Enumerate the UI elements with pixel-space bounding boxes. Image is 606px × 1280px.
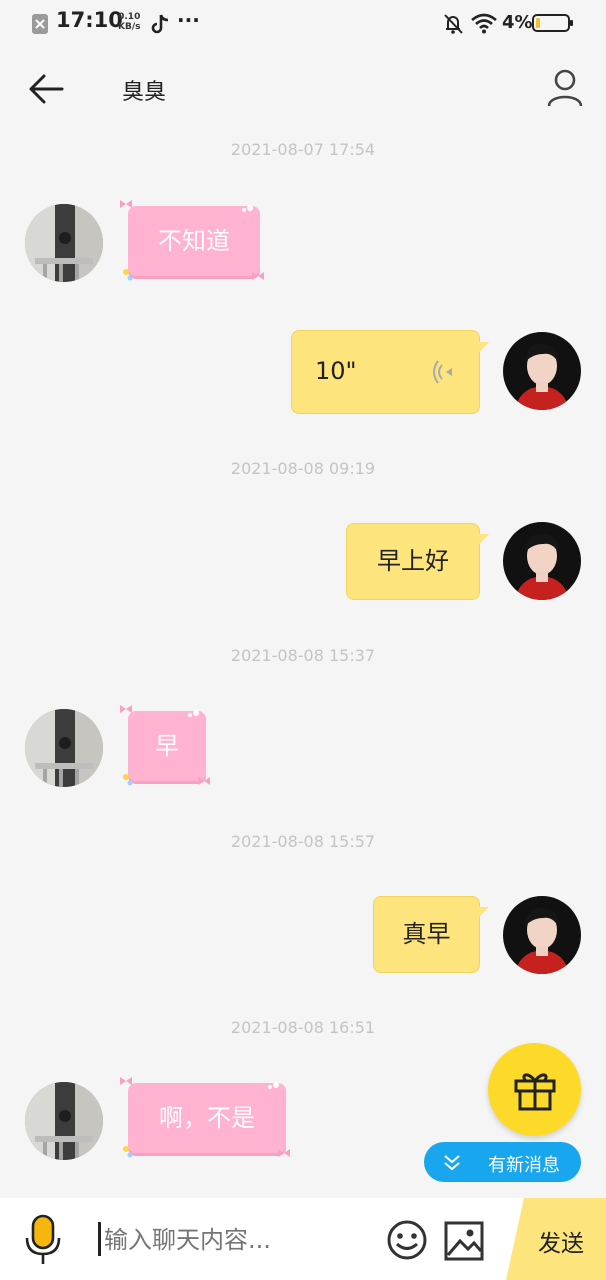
my-avatar[interactable] bbox=[503, 522, 581, 600]
gift-button[interactable] bbox=[488, 1043, 581, 1136]
network-speed: 0.10 KB/s bbox=[118, 12, 141, 32]
message-timestamp: 2021-08-07 17:54 bbox=[230, 140, 376, 159]
contact-avatar[interactable] bbox=[25, 709, 103, 787]
message-input[interactable] bbox=[100, 1218, 378, 1262]
notification-close-icon bbox=[32, 14, 48, 34]
microphone-icon[interactable] bbox=[22, 1214, 64, 1266]
status-bar: 17:10 0.10 KB/s ··· 4% bbox=[0, 0, 606, 48]
status-time: 17:10 bbox=[56, 8, 123, 32]
message-list[interactable]: 2021-08-07 17:54 不知道 10" 2021-08-08 09:1… bbox=[0, 120, 606, 1198]
voice-message-bubble[interactable]: 10" bbox=[291, 330, 480, 414]
new-message-label: 有新消息 bbox=[488, 1155, 560, 1176]
image-icon[interactable] bbox=[444, 1221, 484, 1261]
bubble-decoration-icon bbox=[120, 1077, 290, 1158]
contact-avatar[interactable] bbox=[25, 204, 103, 282]
my-avatar[interactable] bbox=[503, 332, 581, 410]
my-avatar[interactable] bbox=[503, 896, 581, 974]
bubble-decoration-icon bbox=[120, 200, 264, 281]
bubble-tail bbox=[479, 534, 489, 544]
message-timestamp: 2021-08-08 15:57 bbox=[230, 832, 376, 851]
bubble-tail bbox=[479, 907, 489, 917]
double-chevron-down-icon bbox=[444, 1155, 460, 1171]
gift-icon bbox=[514, 1073, 556, 1111]
message-timestamp: 2021-08-08 09:19 bbox=[230, 459, 376, 478]
bubble-tail bbox=[479, 342, 489, 352]
send-button[interactable]: 发送 bbox=[538, 1224, 584, 1258]
message-timestamp: 2021-08-08 16:51 bbox=[230, 1018, 376, 1037]
sent-message-bubble[interactable]: 早上好 bbox=[346, 523, 480, 600]
chat-title: 臭臭 bbox=[122, 80, 167, 105]
wifi-icon bbox=[471, 13, 497, 34]
person-icon[interactable] bbox=[546, 68, 584, 108]
bubble-decoration-icon bbox=[120, 705, 210, 786]
back-arrow-icon[interactable] bbox=[28, 72, 66, 106]
message-text: 早上好 bbox=[377, 547, 449, 575]
bell-muted-icon bbox=[444, 14, 463, 34]
message-timestamp: 2021-08-08 15:37 bbox=[230, 646, 376, 665]
voice-wave-icon bbox=[433, 360, 452, 384]
new-message-button[interactable]: 有新消息 bbox=[424, 1142, 581, 1182]
more-notifications: ··· bbox=[177, 8, 200, 32]
battery-icon bbox=[532, 14, 573, 32]
emoji-icon[interactable] bbox=[386, 1219, 428, 1261]
voice-duration: 10" bbox=[315, 357, 357, 385]
tiktok-icon bbox=[151, 14, 169, 34]
battery-percent: 4% bbox=[502, 12, 533, 33]
message-text: 真早 bbox=[402, 920, 451, 948]
sent-message-bubble[interactable]: 真早 bbox=[373, 896, 480, 973]
contact-avatar[interactable] bbox=[25, 1082, 103, 1160]
